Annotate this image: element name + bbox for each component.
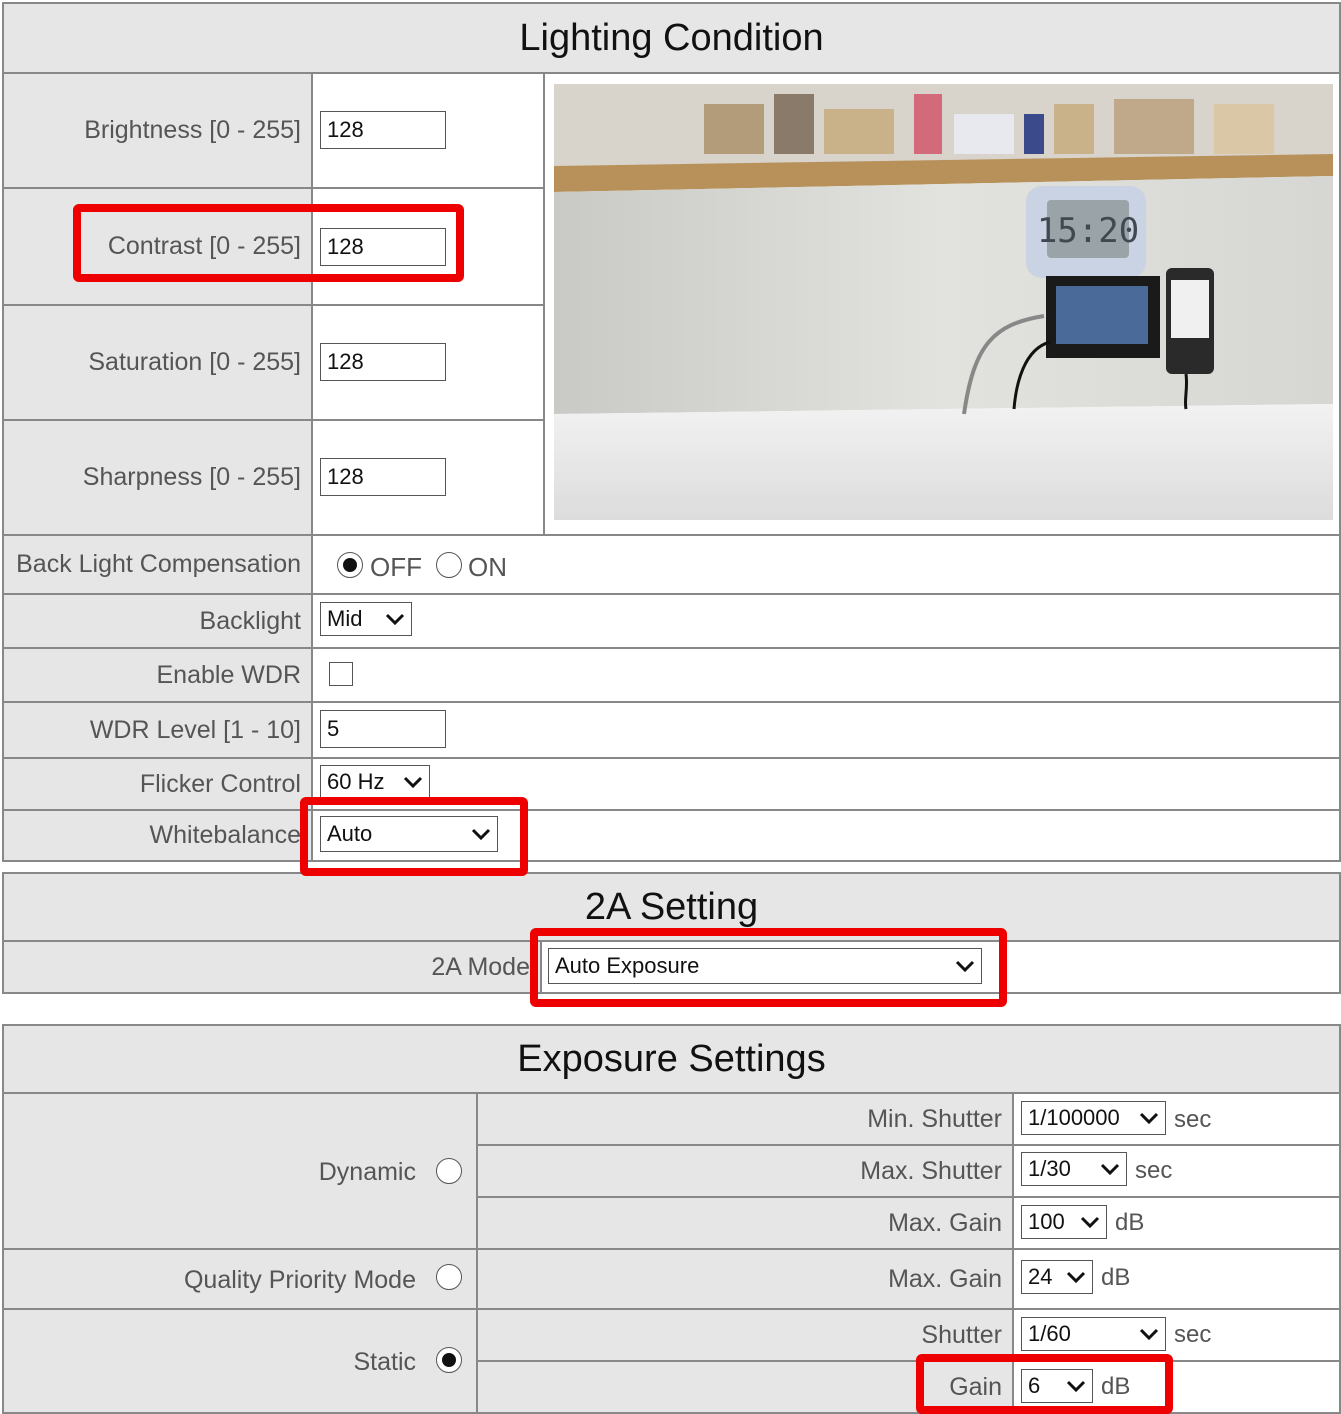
flicker-select[interactable]: 60 Hz	[320, 765, 430, 799]
dynamic-label: Dynamic	[318, 1158, 416, 1186]
backlight-label: Backlight	[2, 593, 313, 649]
max-shutter-label: Max. Shutter	[476, 1144, 1014, 1198]
quality-label: Quality Priority Mode	[183, 1266, 416, 1294]
chevron-down-icon	[385, 613, 405, 626]
qp-max-gain-select[interactable]: 24	[1021, 1260, 1093, 1294]
wdr-cell	[311, 647, 1341, 703]
min-shutter-label-text: Min. Shutter	[867, 1104, 1002, 1133]
highlight-2a-mode	[530, 928, 1007, 1007]
blc-label: Back Light Compensation	[2, 534, 313, 595]
wdr-level-cell	[311, 701, 1341, 759]
whitebalance-label-text: Whitebalance	[149, 821, 301, 849]
camera-preview-svg: 15:20	[554, 84, 1333, 520]
dyn-max-gain-value: 100	[1028, 1209, 1065, 1234]
dynamic-radio[interactable]	[436, 1158, 462, 1184]
static-radio[interactable]	[436, 1347, 462, 1373]
clock-display: 15:20	[1037, 211, 1139, 251]
min-shutter-select[interactable]: 1/100000	[1021, 1101, 1166, 1135]
chevron-down-icon	[1080, 1216, 1100, 1229]
wdr-label-text: Enable WDR	[156, 660, 302, 689]
wdr-level-label: WDR Level [1 - 10]	[2, 701, 313, 759]
dyn-max-gain-label-text: Max. Gain	[888, 1208, 1002, 1237]
wdr-level-input[interactable]: 5	[320, 710, 446, 748]
backlight-label-text: Backlight	[199, 606, 301, 635]
qp-max-gain-label-text: Max. Gain	[888, 1264, 1002, 1293]
flicker-label: Flicker Control	[2, 757, 313, 811]
quality-radio[interactable]	[436, 1264, 462, 1290]
twoa-mode-label-text: 2A Mode	[431, 952, 530, 981]
saturation-label: Saturation [0 - 255]	[2, 304, 313, 421]
blc-label-text: Back Light Compensation	[16, 550, 301, 578]
qp-max-gain-label: Max. Gain	[476, 1248, 1014, 1310]
chevron-down-icon	[1066, 1271, 1086, 1284]
backlight-value: Mid	[327, 606, 363, 631]
max-shutter-value: 1/30	[1028, 1156, 1071, 1181]
min-shutter-unit: sec	[1174, 1106, 1212, 1133]
sharpness-input[interactable]: 128	[320, 458, 446, 496]
chevron-down-icon	[1139, 1328, 1159, 1341]
shutter-unit: sec	[1174, 1321, 1212, 1348]
chevron-down-icon	[1100, 1163, 1120, 1176]
static-label: Static	[353, 1348, 416, 1376]
wdr-level-label-text: WDR Level [1 - 10]	[89, 715, 301, 744]
flicker-value: 60 Hz	[327, 769, 385, 794]
backlight-cell	[311, 593, 1341, 649]
blc-on-label: ON	[468, 552, 507, 582]
chevron-down-icon	[403, 776, 423, 789]
whitebalance-label: Whitebalance	[2, 809, 313, 862]
wdr-label: Enable WDR	[2, 647, 313, 703]
shutter-label-text: Shutter	[921, 1320, 1002, 1349]
dyn-max-gain-unit: dB	[1115, 1209, 1145, 1236]
blc-cell	[311, 534, 1341, 595]
camera-preview-image: 15:20	[554, 84, 1333, 520]
twoa-mode-label: 2A Mode	[2, 940, 542, 994]
qp-max-gain-value: 24	[1028, 1264, 1053, 1289]
qp-max-gain-unit: dB	[1101, 1264, 1131, 1291]
wdr-checkbox[interactable]	[329, 662, 353, 686]
brightness-label: Brightness [0 - 255]	[2, 72, 313, 189]
max-shutter-unit: sec	[1135, 1157, 1173, 1184]
max-shutter-label-text: Max. Shutter	[860, 1156, 1002, 1185]
highlight-whitebalance	[300, 797, 528, 876]
blc-off-radio[interactable]	[337, 552, 363, 578]
blc-on-radio[interactable]	[436, 552, 462, 578]
shutter-select[interactable]: 1/60	[1021, 1317, 1166, 1351]
brightness-label-text: Brightness [0 - 255]	[84, 116, 301, 144]
highlight-gain	[916, 1354, 1173, 1414]
min-shutter-value: 1/100000	[1028, 1105, 1120, 1130]
flicker-label-text: Flicker Control	[139, 769, 301, 798]
sharpness-label-text: Sharpness [0 - 255]	[82, 463, 301, 491]
saturation-input[interactable]: 128	[320, 343, 446, 381]
dyn-max-gain-select[interactable]: 100	[1021, 1205, 1107, 1239]
blc-off-label: OFF	[370, 552, 422, 582]
exposure-title: Exposure Settings	[2, 1024, 1341, 1094]
highlight-contrast	[73, 204, 464, 282]
shutter-value: 1/60	[1028, 1321, 1071, 1346]
backlight-select[interactable]: Mid	[320, 602, 412, 636]
chevron-down-icon	[1139, 1112, 1159, 1125]
lighting-title: Lighting Condition	[2, 2, 1341, 74]
max-shutter-select[interactable]: 1/30	[1021, 1152, 1127, 1186]
sharpness-label: Sharpness [0 - 255]	[2, 419, 313, 536]
brightness-input[interactable]: 128	[320, 111, 446, 149]
min-shutter-label: Min. Shutter	[476, 1092, 1014, 1146]
dyn-max-gain-label: Max. Gain	[476, 1196, 1014, 1250]
saturation-label-text: Saturation [0 - 255]	[88, 348, 301, 376]
